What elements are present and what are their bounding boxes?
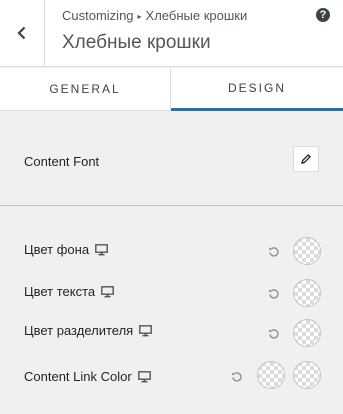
tab-bar: GENERAL DESIGN xyxy=(0,68,343,111)
desktop-icon[interactable] xyxy=(101,285,115,298)
text-color-label-text: Цвет текста xyxy=(24,284,96,299)
bg-color-swatch[interactable] xyxy=(293,237,321,265)
bg-color-label: Цвет фона xyxy=(24,242,108,257)
reset-text-color-icon[interactable] xyxy=(268,288,280,300)
page-title: Хлебные крошки xyxy=(62,32,211,53)
reset-link-color-icon[interactable] xyxy=(231,371,243,383)
link-color-label-text: Content Link Color xyxy=(24,369,132,384)
separator-color-label: Цвет разделителя xyxy=(24,323,153,338)
content-font-label: Content Font xyxy=(24,154,100,169)
tab-design[interactable]: DESIGN xyxy=(171,68,343,111)
separator-color-swatch[interactable] xyxy=(293,319,321,347)
link-color-swatch[interactable] xyxy=(257,361,285,389)
desktop-icon[interactable] xyxy=(137,370,151,383)
separator-color-label-text: Цвет разделителя xyxy=(24,323,134,338)
desktop-icon[interactable] xyxy=(95,243,108,256)
breadcrumb-root: Customizing xyxy=(62,8,134,23)
section-divider xyxy=(0,205,343,206)
help-icon[interactable]: ? xyxy=(316,8,330,22)
breadcrumb-current: Хлебные крошки xyxy=(145,8,248,23)
text-color-swatch[interactable] xyxy=(293,279,321,307)
text-color-label: Цвет текста xyxy=(24,284,115,299)
bg-color-label-text: Цвет фона xyxy=(24,242,90,257)
reset-bg-color-icon[interactable] xyxy=(268,246,280,258)
breadcrumb-separator-icon: ▸ xyxy=(137,12,142,21)
breadcrumb: Customizing ▸ Хлебные крошки xyxy=(62,8,247,23)
link-hover-color-swatch[interactable] xyxy=(293,361,321,389)
customizer-header: Customizing ▸ Хлебные крошки Хлебные крошк… xyxy=(0,0,343,67)
pencil-icon xyxy=(301,154,311,164)
chevron-left-icon xyxy=(17,26,26,40)
link-color-label: Content Link Color xyxy=(24,369,151,384)
desktop-icon[interactable] xyxy=(139,324,153,337)
reset-separator-color-icon[interactable] xyxy=(268,328,280,340)
edit-font-button[interactable] xyxy=(293,146,319,172)
tab-general[interactable]: GENERAL xyxy=(0,68,171,111)
back-button[interactable] xyxy=(0,0,45,66)
